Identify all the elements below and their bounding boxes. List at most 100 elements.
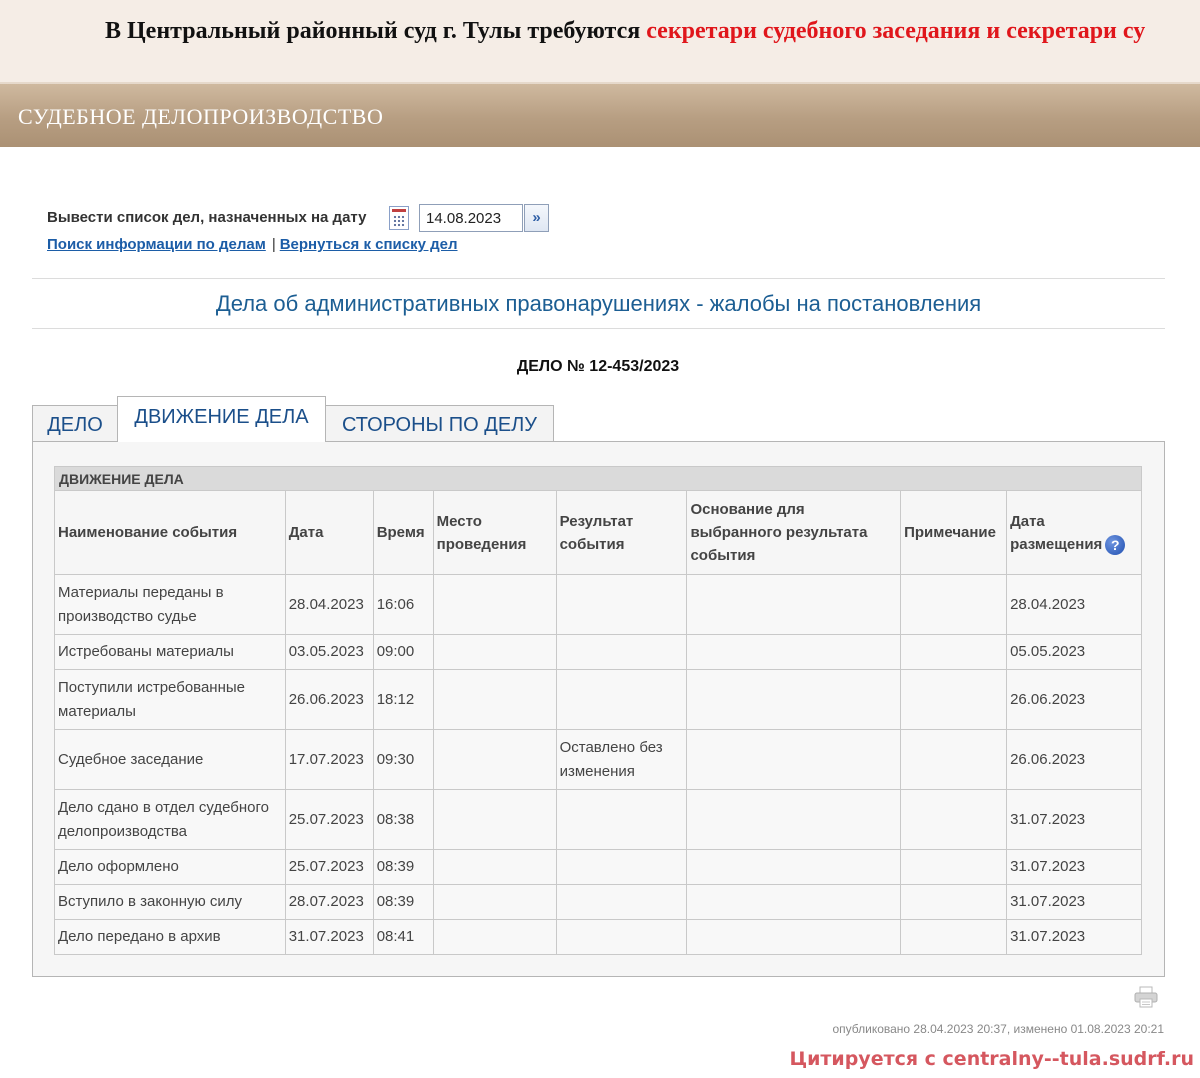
table-row: Дело сдано в отдел судебного делопроизво… [54, 789, 1142, 850]
tab-case[interactable]: ДЕЛО [32, 405, 118, 442]
table-cell: 09:30 [372, 729, 434, 790]
table-cell [900, 574, 1008, 635]
table-cell: 09:00 [372, 634, 434, 670]
table-cell [900, 634, 1008, 670]
table-cell [686, 849, 902, 885]
calendar-icon[interactable] [389, 206, 409, 230]
column-header: Примечание [900, 490, 1008, 575]
go-button[interactable]: » [524, 204, 549, 232]
table-cell [432, 849, 557, 885]
table-cell: 28.04.2023 [1006, 574, 1142, 635]
column-header: Время [372, 490, 434, 575]
date-filter-label: Вывести список дел, назначенных на дату [47, 209, 367, 226]
table-cell [686, 919, 902, 955]
table-cell [432, 669, 557, 730]
table-row: Поступили истребованные материалы 26.06.2… [54, 669, 1142, 730]
section-header: СУДЕБНОЕ ДЕЛОПРОИЗВОДСТВО [0, 82, 1200, 147]
table-row: Материалы переданы в производство судье 2… [54, 574, 1142, 635]
table-cell [555, 669, 688, 730]
table-cell: 31.07.2023 [1006, 884, 1142, 920]
column-header: Дата размещения [1010, 512, 1103, 553]
category-title: Дела об административных правонарушениях… [215, 291, 982, 316]
section-title: СУДЕБНОЕ ДЕЛОПРОИЗВОДСТВО [18, 104, 384, 129]
table-cell: 28.07.2023 [284, 884, 374, 920]
tab-case-parties[interactable]: СТОРОНЫ ПО ДЕЛУ [325, 405, 554, 442]
table-cell: 28.04.2023 [284, 574, 374, 635]
source-watermark: Цитируется с centralny--tula.sudrf.ru [789, 1048, 1194, 1070]
table-cell: Материалы переданы в производство судье [54, 574, 286, 635]
table-cell: Истребованы материалы [54, 634, 286, 670]
table-cell: Оставлено без изменения [555, 729, 688, 790]
table-cell: 03.05.2023 [284, 634, 374, 670]
table-cell: 05.05.2023 [1006, 634, 1142, 670]
table-cell [900, 849, 1008, 885]
table-cell [555, 574, 688, 635]
table-cell [900, 669, 1008, 730]
table-cell [686, 729, 902, 790]
column-header: Дата [284, 490, 374, 575]
back-to-list-link[interactable]: Вернуться к списку дел [280, 236, 458, 253]
table-cell: 26.06.2023 [1006, 669, 1142, 730]
table-cell [686, 634, 902, 670]
table-cell: 18:12 [372, 669, 434, 730]
table-cell [432, 884, 557, 920]
column-header: Место проведения [432, 490, 557, 575]
publication-info: опубликовано 28.04.2023 20:37, изменено … [832, 1022, 1164, 1036]
announcement-text: В Центральный районный суд г. Тулы требу… [105, 18, 1145, 45]
question-icon[interactable]: ? [1105, 534, 1126, 555]
announcement-prefix: В Центральный районный суд г. Тулы требу… [105, 18, 647, 44]
table-cell: 17.07.2023 [284, 729, 374, 790]
table-row: Вступило в законную силу 28.07.2023 08:39 3… [54, 884, 1142, 920]
table-cell [555, 884, 688, 920]
table-cell: Вступило в законную силу [54, 884, 286, 920]
table-cell: Дело сдано в отдел судебного делопроизво… [54, 789, 286, 850]
table-cell: 26.06.2023 [284, 669, 374, 730]
table-cell [432, 729, 557, 790]
divider-top [32, 278, 1165, 279]
case-links: Поиск информации по делам | Вернуться к сп… [47, 236, 458, 253]
table-cell: 26.06.2023 [1006, 729, 1142, 790]
table-cell: 31.07.2023 [1006, 849, 1142, 885]
printer-icon[interactable] [1134, 986, 1158, 1008]
table-cell: 31.07.2023 [1006, 789, 1142, 850]
column-header: Результат события [555, 490, 688, 575]
table-cell: 08:38 [372, 789, 434, 850]
table-cell: 08:39 [372, 884, 434, 920]
announcement-highlight: секретари судебного заседания и секретар… [646, 18, 1146, 44]
link-separator: | [271, 236, 276, 253]
column-header-posted-date: Дата размещения? [1006, 490, 1142, 575]
table-cell [686, 574, 902, 635]
table-cell [900, 884, 1008, 920]
table-cell [900, 919, 1008, 955]
table-cell [555, 789, 688, 850]
column-header: Наименование события [54, 490, 286, 575]
table-cell [432, 574, 557, 635]
table-cell [555, 849, 688, 885]
table-cell [686, 669, 902, 730]
table-row: Судебное заседание 17.07.2023 09:30 Оставле… [54, 729, 1142, 790]
table-row: Истребованы материалы 03.05.2023 09:00 05.0… [54, 634, 1142, 670]
table-cell: 16:06 [372, 574, 434, 635]
table-caption: ДВИЖЕНИЕ ДЕЛА [54, 466, 1142, 491]
table-cell: Дело оформлено [54, 849, 286, 885]
table-cell: 25.07.2023 [284, 849, 374, 885]
table-cell [432, 919, 557, 955]
table-cell [900, 789, 1008, 850]
table-cell: Поступили истребованные материалы [54, 669, 286, 730]
table-row: Дело передано в архив 31.07.2023 08:41 31.0… [54, 919, 1142, 955]
tab-case-movement[interactable]: ДВИЖЕНИЕ ДЕЛА [117, 396, 326, 442]
date-input[interactable] [419, 204, 523, 232]
table-cell: Дело передано в архив [54, 919, 286, 955]
table-cell: Судебное заседание [54, 729, 286, 790]
table-cell [555, 919, 688, 955]
table-cell [432, 789, 557, 850]
table-cell: 08:39 [372, 849, 434, 885]
search-cases-link[interactable]: Поиск информации по делам [47, 236, 266, 253]
table-row: Дело оформлено 25.07.2023 08:39 31.07.2023 [54, 849, 1142, 885]
announcement-bar: В Центральный районный суд г. Тулы требу… [0, 0, 1200, 82]
table-cell: 25.07.2023 [284, 789, 374, 850]
column-header: Основание для выбранного результата собы… [686, 490, 902, 575]
case-number: ДЕЛО № 12-453/2023 [516, 358, 680, 375]
case-movement-table: ДВИЖЕНИЕ ДЕЛА Наименование события Дата … [54, 466, 1142, 955]
table-cell [686, 884, 902, 920]
